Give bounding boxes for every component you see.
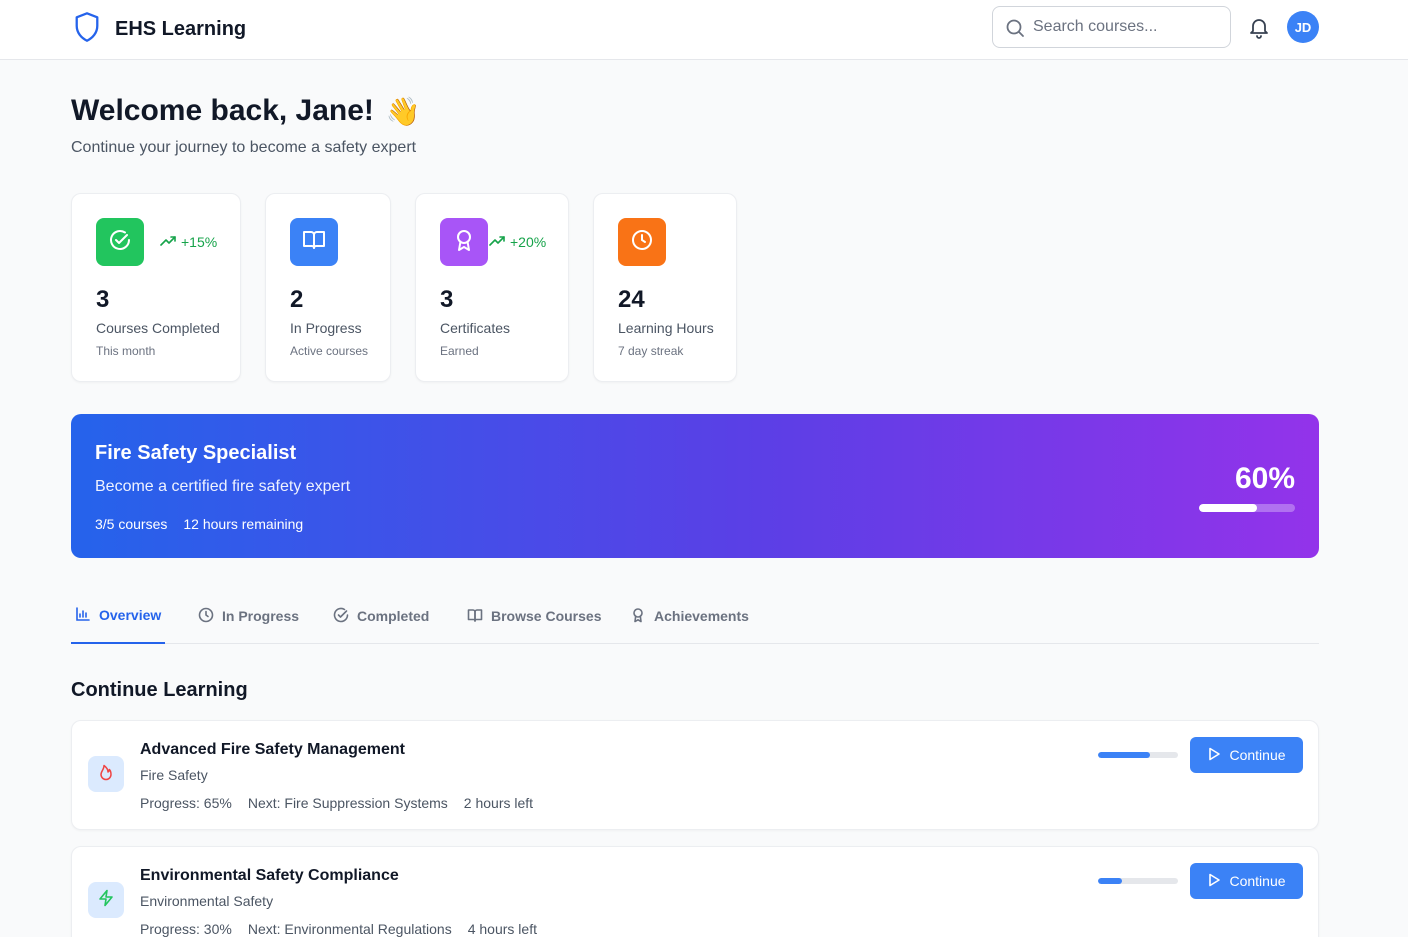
- course-category: Fire Safety: [140, 767, 208, 783]
- tab-label: Browse Courses: [491, 608, 602, 624]
- trending-up-icon: [160, 234, 176, 250]
- continue-label: Continue: [1229, 747, 1286, 763]
- stat-label: In Progress: [290, 320, 362, 336]
- tab-label: Completed: [357, 608, 430, 624]
- stat-card-hours: 24 Learning Hours 7 day streak: [593, 193, 737, 382]
- course-progress-text: Progress: 65%: [140, 795, 232, 811]
- stat-value: 3: [96, 286, 110, 313]
- clock-icon: [630, 228, 654, 257]
- tab-bar: Overview In Progress Completed Browse Co…: [71, 588, 1319, 644]
- stat-note: Earned: [440, 344, 479, 358]
- wave-emoji: 👋: [385, 95, 421, 127]
- stat-icon-bg: [618, 218, 666, 266]
- shield-icon: [73, 11, 101, 48]
- stat-card-certificates: +20% 3 Certificates Earned: [415, 193, 569, 382]
- tab-label: Overview: [99, 607, 162, 623]
- trending-up-icon: [489, 234, 505, 250]
- banner-subtitle: Become a certified fire safety expert: [95, 478, 351, 495]
- tab-achievements[interactable]: Achievements: [630, 588, 749, 644]
- award-icon: [452, 228, 476, 257]
- course-card[interactable]: Advanced Fire Safety Management Fire Saf…: [71, 720, 1319, 830]
- book-open-icon: [302, 228, 326, 257]
- tab-label: Achievements: [654, 608, 749, 624]
- avatar[interactable]: JD: [1287, 11, 1319, 43]
- banner-progress-fill: [1199, 504, 1257, 512]
- tab-label: In Progress: [222, 608, 300, 624]
- course-meta: Progress: 30% Next: Environmental Regula…: [140, 921, 537, 937]
- stat-label: Courses Completed: [96, 320, 220, 336]
- stat-note: Active courses: [290, 344, 369, 358]
- stat-icon-bg: [440, 218, 488, 266]
- course-icon-bg: [88, 882, 124, 918]
- play-icon: [1207, 873, 1221, 890]
- search-icon: [1005, 18, 1025, 43]
- page-title: Welcome back, Jane! 👋: [71, 94, 421, 128]
- stat-value: 3: [440, 286, 454, 313]
- trend-badge: +15%: [160, 234, 217, 250]
- brand-title: EHS Learning: [115, 18, 247, 40]
- play-icon: [1207, 747, 1221, 764]
- course-progress-text: Progress: 30%: [140, 921, 232, 937]
- award-icon: [630, 607, 646, 626]
- check-circle-icon: [108, 228, 132, 257]
- stat-icon-bg: [290, 218, 338, 266]
- course-meta: Progress: 65% Next: Fire Suppression Sys…: [140, 795, 533, 811]
- continue-label: Continue: [1229, 873, 1286, 889]
- tab-completed[interactable]: Completed: [333, 588, 429, 644]
- banner-title: Fire Safety Specialist: [95, 442, 297, 464]
- flame-icon: [97, 763, 115, 786]
- trend-value: +20%: [510, 234, 547, 250]
- section-title: Continue Learning: [71, 679, 248, 701]
- tab-browse-courses[interactable]: Browse Courses: [467, 588, 601, 644]
- banner-remaining: 12 hours remaining: [183, 516, 304, 532]
- banner-courses: 3/5 courses: [95, 516, 168, 532]
- stat-label: Certificates: [440, 320, 511, 336]
- course-time-left: 2 hours left: [463, 795, 534, 811]
- bell-icon[interactable]: [1247, 15, 1271, 44]
- course-next: Next: Fire Suppression Systems: [247, 795, 448, 811]
- course-card[interactable]: Environmental Safety Compliance Environm…: [71, 846, 1319, 937]
- course-time-left: 4 hours left: [467, 921, 537, 937]
- tab-in-progress[interactable]: In Progress: [198, 588, 299, 644]
- continue-button[interactable]: Continue: [1190, 737, 1303, 773]
- clock-icon: [198, 607, 214, 626]
- banner-progress-bar: [1199, 504, 1295, 512]
- course-progress-bar: [1098, 752, 1178, 758]
- stat-label: Learning Hours: [618, 320, 714, 336]
- trend-value: +15%: [181, 234, 218, 250]
- stat-value: 2: [290, 286, 304, 313]
- book-open-icon: [467, 607, 483, 626]
- stat-note: This month: [96, 344, 156, 358]
- course-title: Environmental Safety Compliance: [140, 867, 399, 884]
- zap-icon: [97, 889, 115, 912]
- course-progress-fill: [1098, 878, 1122, 884]
- brand[interactable]: EHS Learning: [73, 11, 246, 48]
- bar-chart-icon: [75, 606, 91, 625]
- search-box[interactable]: [992, 6, 1231, 48]
- course-next: Next: Environmental Regulations: [247, 921, 452, 937]
- welcome-subtitle: Continue your journey to become a safety…: [71, 139, 417, 156]
- tab-overview[interactable]: Overview: [71, 588, 166, 644]
- welcome-heading: Welcome back, Jane!: [71, 94, 374, 127]
- banner-meta: 3/5 courses 12 hours remaining: [95, 516, 303, 532]
- stat-icon-bg: [96, 218, 144, 266]
- search-input[interactable]: [1033, 18, 1223, 36]
- banner-percent: 60%: [1234, 462, 1295, 495]
- course-title: Advanced Fire Safety Management: [140, 741, 405, 758]
- course-progress-bar: [1098, 878, 1178, 884]
- course-category: Environmental Safety: [140, 893, 274, 909]
- stat-card-in-progress: 2 In Progress Active courses: [265, 193, 391, 382]
- check-circle-icon: [333, 607, 349, 626]
- course-icon-bg: [88, 756, 124, 792]
- trend-badge: +20%: [489, 234, 546, 250]
- learning-path-banner[interactable]: Fire Safety Specialist Become a certifie…: [71, 414, 1319, 558]
- top-header: EHS Learning JD: [0, 0, 1408, 60]
- stat-note: 7 day streak: [618, 344, 684, 358]
- stat-value: 24: [618, 286, 645, 313]
- stat-card-completed: +15% 3 Courses Completed This month: [71, 193, 241, 382]
- course-progress-fill: [1098, 752, 1150, 758]
- continue-button[interactable]: Continue: [1190, 863, 1303, 899]
